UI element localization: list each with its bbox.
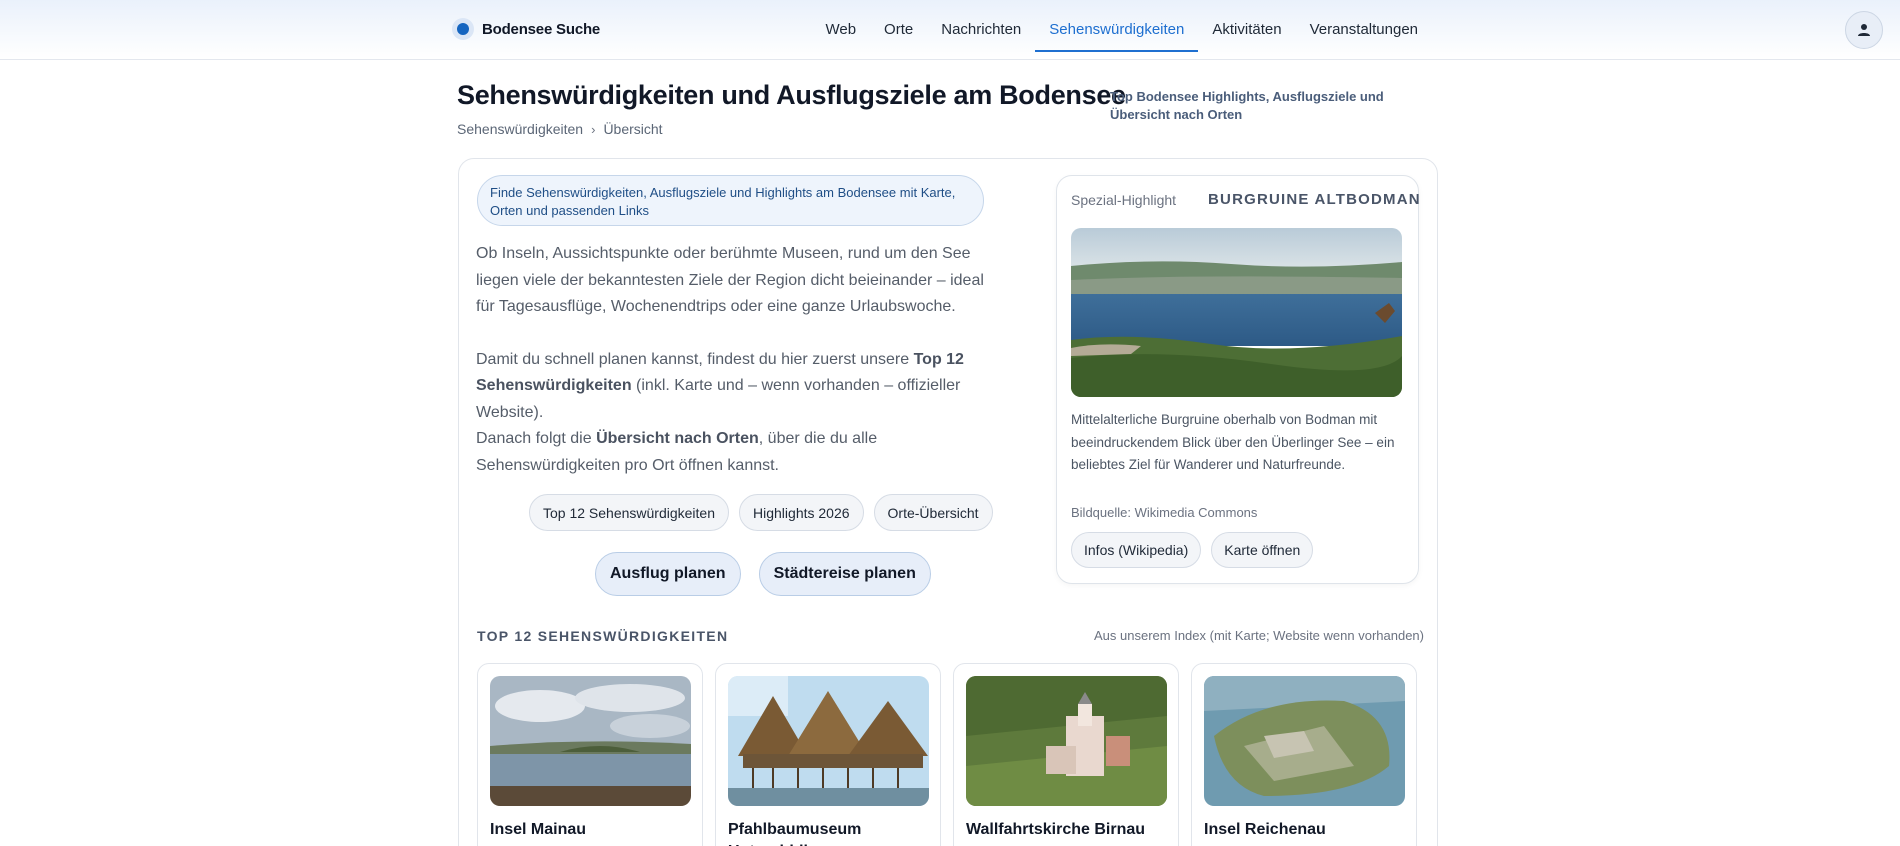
top12-section-subtitle: Aus unserem Index (mit Karte; Website we… <box>1094 628 1424 643</box>
church-aerial-image <box>966 676 1167 806</box>
profile-button[interactable] <box>1845 11 1883 49</box>
brand-dot-icon <box>452 18 474 40</box>
sight-name: Wallfahrtskirche Birnau <box>966 821 1146 838</box>
chip-orte-uebersicht[interactable]: Orte-Übersicht <box>873 494 993 531</box>
intro-paragraph-3: Danach folgt die Übersicht nach Orten, ü… <box>476 426 996 479</box>
top12-section-title: TOP 12 SEHENSWÜRDIGKEITEN <box>477 628 729 644</box>
island-aerial-image <box>1204 676 1405 806</box>
lake-landscape-image <box>1071 228 1402 397</box>
staedtereise-planen-button[interactable]: Städtereise planen <box>758 552 931 596</box>
highlight-label: Spezial-Highlight <box>1071 192 1177 208</box>
sight-card-insel-mainau[interactable]: Insel Mainau <box>477 663 703 846</box>
nav-sehenswuerdigkeiten[interactable]: Sehenswürdigkeiten <box>1035 0 1199 52</box>
karte-oeffnen-button[interactable]: Karte öffnen <box>1211 532 1314 568</box>
nav-web[interactable]: Web <box>811 0 870 52</box>
highlight-image-source: Bildquelle: Wikimedia Commons <box>1071 505 1258 520</box>
sight-card-insel-reichenau[interactable]: Insel Reichenau <box>1191 663 1417 846</box>
breadcrumb-item-sehenswuerdigkeiten[interactable]: Sehenswürdigkeiten <box>457 121 583 137</box>
sight-name: Insel Mainau <box>490 821 587 838</box>
chip-top12[interactable]: Top 12 Sehenswürdigkeiten <box>529 494 730 531</box>
nav-aktivitaeten[interactable]: Aktivitäten <box>1198 0 1295 52</box>
user-icon <box>1858 24 1870 36</box>
highlight-image <box>1071 228 1402 397</box>
sight-image <box>966 676 1167 806</box>
sight-image <box>1204 676 1405 806</box>
nav-nachrichten[interactable]: Nachrichten <box>927 0 1035 52</box>
top-navigation-bar: Bodensee Suche Web Orte Nachrichten Sehe… <box>0 0 1900 60</box>
page-subtitle: Top Bodensee Highlights, Ausflugsziele u… <box>1110 89 1384 122</box>
breadcrumb: Sehenswürdigkeiten › Übersicht <box>457 121 663 137</box>
sight-image <box>728 676 929 806</box>
intro-paragraph-2: Damit du schnell planen kannst, findest … <box>476 347 996 427</box>
nav-veranstaltungen[interactable]: Veranstaltungen <box>1296 0 1432 52</box>
main-nav: Web Orte Nachrichten Sehenswürdigkeiten … <box>811 0 1432 60</box>
infos-wikipedia-button[interactable]: Infos (Wikipedia) <box>1071 532 1202 568</box>
chip-highlights-2026[interactable]: Highlights 2026 <box>739 494 864 531</box>
sight-image <box>490 676 691 806</box>
intro-text-part: Damit du schnell planen kannst, findest … <box>476 350 914 368</box>
breadcrumb-item-uebersicht: Übersicht <box>603 121 663 137</box>
sight-card-pfahlbaumuseum[interactable]: Pfahlbaumuseum Unteruhldingen <box>715 663 941 846</box>
intro-paragraph-1: Ob Inseln, Aussichtspunkte oder berühmte… <box>476 245 984 315</box>
ausflug-planen-button[interactable]: Ausflug planen <box>595 552 741 596</box>
brand-name: Bodensee Suche <box>482 20 601 38</box>
chevron-right-icon: › <box>591 121 596 137</box>
intro-text: Ob Inseln, Aussichtspunkte oder berühmte… <box>476 241 996 479</box>
page-title: Sehenswürdigkeiten und Ausflugsziele am … <box>457 80 1126 110</box>
highlight-description: Mittelalterliche Burgruine oberhalb von … <box>1071 412 1395 472</box>
sight-name: Pfahlbaumuseum Unteruhldingen <box>728 821 862 846</box>
highlight-name: BURGRUINE ALTBODMAN <box>1208 191 1421 208</box>
island-lake-image <box>490 676 691 806</box>
sight-name: Insel Reichenau <box>1204 821 1326 838</box>
intro-pill: Finde Sehenswürdigkeiten, Ausflugsziele … <box>477 175 984 226</box>
brand-logo[interactable]: Bodensee Suche <box>452 18 600 40</box>
stilt-houses-image <box>728 676 929 806</box>
intro-bold-orte: Übersicht nach Orten <box>596 430 759 447</box>
quick-link-chips: Top 12 Sehenswürdigkeiten Highlights 202… <box>529 494 993 531</box>
nav-orte[interactable]: Orte <box>870 0 927 52</box>
cta-buttons: Ausflug planen Städtereise planen <box>595 552 931 596</box>
sight-card-birnau[interactable]: Wallfahrtskirche Birnau <box>953 663 1179 846</box>
highlight-buttons: Infos (Wikipedia) Karte öffnen <box>1071 532 1314 568</box>
intro-text-part: Danach folgt die <box>476 430 597 447</box>
